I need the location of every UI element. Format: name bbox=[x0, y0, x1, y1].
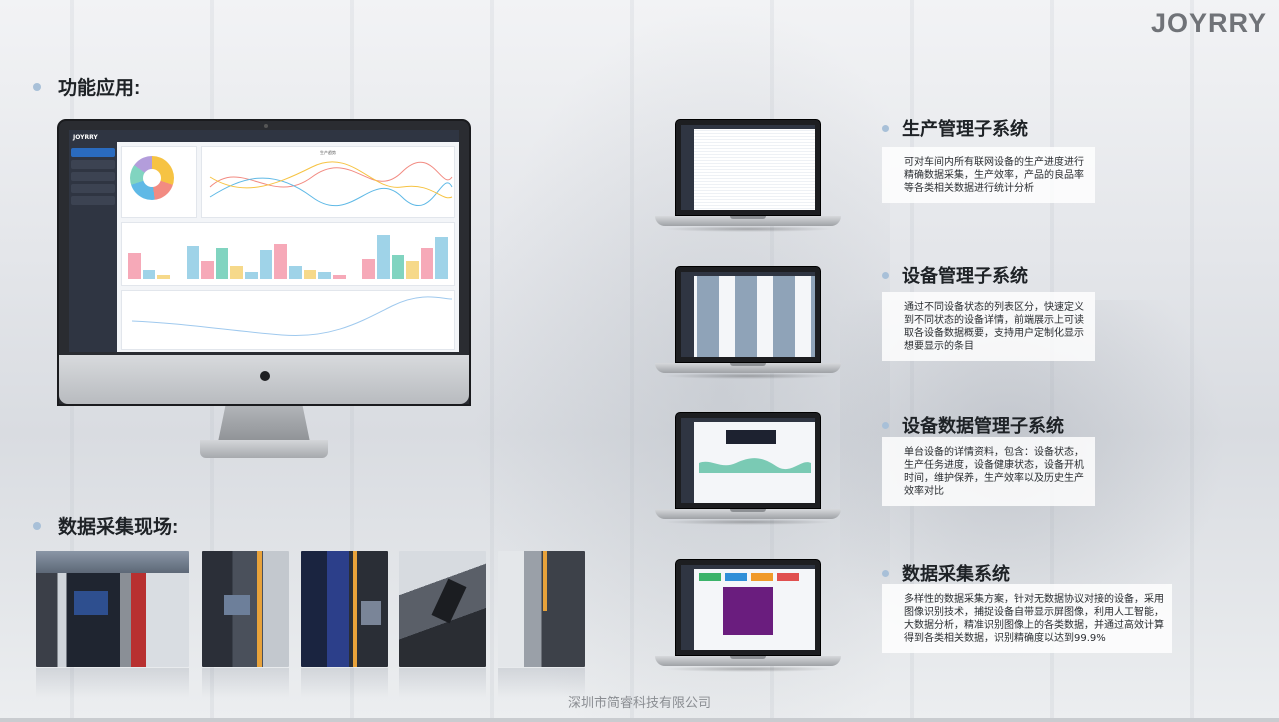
laptop-production bbox=[655, 119, 841, 235]
bar-chart bbox=[128, 235, 449, 279]
line-chart-svg bbox=[209, 161, 453, 207]
monitor-stand bbox=[218, 406, 310, 442]
laptop-display bbox=[681, 565, 815, 650]
laptop-collection bbox=[655, 559, 841, 675]
bullet-icon bbox=[882, 271, 889, 279]
sidebar-item bbox=[71, 148, 115, 157]
laptop-screen bbox=[675, 559, 821, 656]
laptop-screen bbox=[675, 266, 821, 363]
site-photo-machine bbox=[498, 551, 585, 667]
functions-heading: 功能应用: bbox=[33, 73, 140, 100]
site-photo-cnc-1 bbox=[36, 551, 189, 667]
monitor-base bbox=[200, 440, 328, 458]
donut-card bbox=[121, 146, 197, 218]
laptop-display bbox=[681, 418, 815, 503]
bar-chart-card bbox=[121, 222, 455, 286]
dashboard-sidebar: JOYRRY bbox=[69, 130, 117, 352]
brand-logo: JOYRRY bbox=[1150, 8, 1267, 38]
system-desc-production: 可对车间内所有联网设备的生产进度进行精确数据采集，生产效率，产品的良品率等各类相… bbox=[882, 147, 1095, 203]
dashboard-logo: JOYRRY bbox=[73, 134, 98, 141]
system-desc-collection: 多样性的数据采集方案，针对无数据协议对接的设备，采用图像识别技术，捕捉设备自带显… bbox=[882, 584, 1172, 653]
bottom-divider bbox=[0, 718, 1279, 722]
power-button-icon bbox=[260, 371, 270, 381]
system-title-text: 生产管理子系统 bbox=[902, 119, 1028, 139]
area-chart-svg bbox=[131, 296, 453, 337]
sidebar-item bbox=[71, 184, 115, 193]
site-photo-cnc-2 bbox=[202, 551, 289, 667]
laptop-screen bbox=[675, 119, 821, 216]
functions-heading-text: 功能应用: bbox=[58, 78, 141, 99]
company-footer: 深圳市简睿科技有限公司 bbox=[567, 696, 711, 711]
dashboard-screen: JOYRRY 生产趋势 bbox=[69, 130, 459, 352]
sidebar-item bbox=[71, 172, 115, 181]
system-desc-equipment: 通过不同设备状态的列表区分，快速定义到不同状态的设备详情，前端展示上可读取各设备… bbox=[882, 292, 1095, 361]
dashboard-topbar bbox=[117, 130, 459, 142]
sidebar-item bbox=[71, 160, 115, 169]
bullet-icon bbox=[882, 569, 889, 577]
desktop-monitor: JOYRRY 生产趋势 bbox=[57, 119, 471, 406]
system-title-production: 生产管理子系统 bbox=[882, 115, 1028, 141]
laptop-display bbox=[681, 272, 815, 357]
system-title-text: 设备管理子系统 bbox=[902, 266, 1028, 286]
bullet-icon bbox=[33, 521, 41, 530]
system-desc-equipment-data: 单台设备的详情资料，包含：设备状态，生产任务进度，设备健康状态，设备开机时间，维… bbox=[882, 437, 1095, 506]
bullet-icon bbox=[882, 124, 889, 132]
laptop-display bbox=[681, 125, 815, 210]
laptop-equipment-data bbox=[655, 412, 841, 528]
camera-icon bbox=[264, 124, 268, 128]
area-chart-card bbox=[121, 290, 455, 350]
bullet-icon bbox=[882, 421, 889, 429]
donut-chart bbox=[130, 156, 174, 200]
laptop-base bbox=[655, 216, 841, 226]
site-heading-text: 数据采集现场: bbox=[58, 517, 179, 538]
monitor-chin bbox=[59, 355, 469, 404]
laptop-base bbox=[655, 509, 841, 519]
site-photo-camera-mount bbox=[399, 551, 486, 667]
laptop-equipment bbox=[655, 266, 841, 382]
sidebar-item bbox=[71, 196, 115, 205]
site-heading: 数据采集现场: bbox=[33, 512, 178, 539]
system-title-collection: 数据采集系统 bbox=[882, 560, 1010, 586]
site-photo-cnc-3 bbox=[301, 551, 388, 667]
system-title-text: 设备数据管理子系统 bbox=[902, 416, 1064, 436]
system-title-text: 数据采集系统 bbox=[902, 564, 1010, 584]
system-title-equipment: 设备管理子系统 bbox=[882, 262, 1028, 288]
system-title-equipment-data: 设备数据管理子系统 bbox=[882, 412, 1064, 438]
laptop-base bbox=[655, 656, 841, 666]
line-chart-card: 生产趋势 bbox=[201, 146, 455, 218]
bullet-icon bbox=[33, 82, 41, 91]
laptop-screen bbox=[675, 412, 821, 509]
laptop-base bbox=[655, 363, 841, 373]
